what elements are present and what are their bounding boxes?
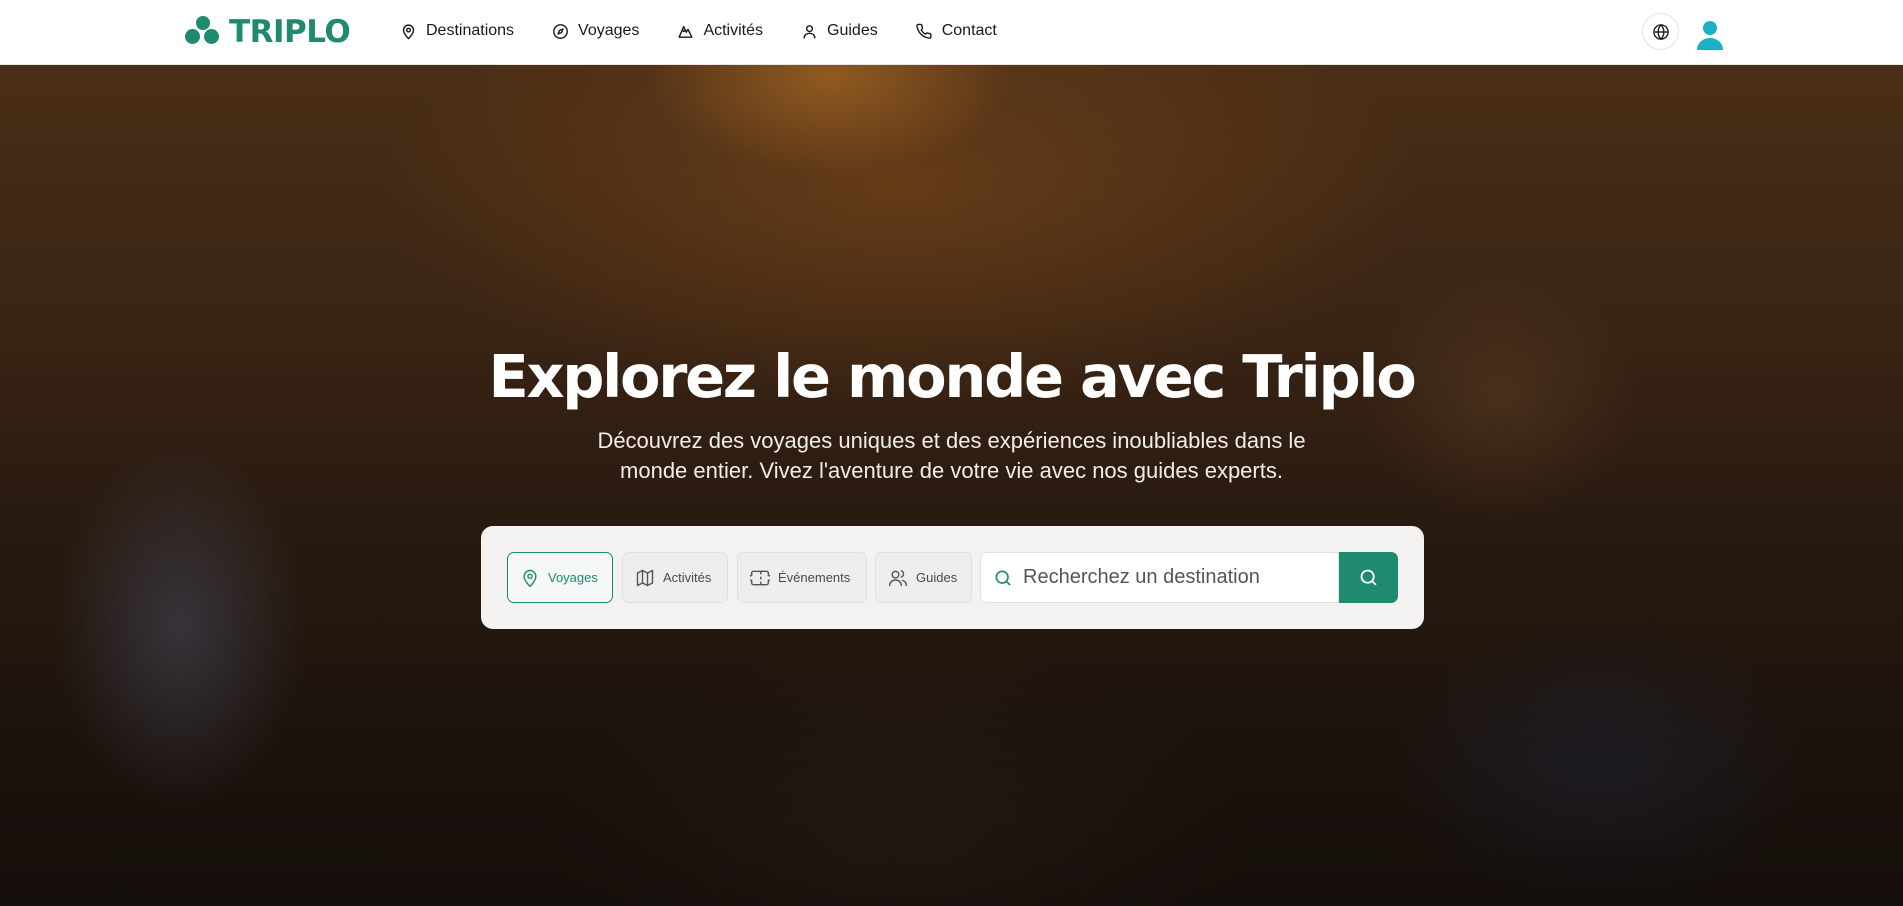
- search-tab-activites[interactable]: Activités: [622, 552, 728, 603]
- search-icon: [1360, 569, 1377, 586]
- search-field: [980, 552, 1339, 603]
- compass-icon: [553, 23, 568, 39]
- phone-icon: [915, 23, 932, 39]
- search-tab-evenements[interactable]: Événements: [737, 552, 867, 603]
- nav-item-label: Destinations: [426, 22, 515, 39]
- search-input[interactable]: [1023, 566, 1323, 589]
- ticket-icon: [750, 570, 770, 585]
- brand-name: TRIPLO: [229, 14, 351, 50]
- logo-mark-icon: [185, 16, 223, 48]
- nav-item-destinations[interactable]: Destinations: [400, 0, 533, 62]
- map-icon: [636, 569, 654, 586]
- map-pin-icon: [402, 23, 415, 39]
- main-nav: Destinations Voyages Activités Guides Co…: [400, 0, 1016, 62]
- search-tab-label: Guides: [916, 570, 958, 585]
- account-button[interactable]: [1694, 15, 1726, 51]
- site-header: TRIPLO Destinations Voyages Activités Gu…: [0, 0, 1903, 65]
- users-icon: [888, 569, 908, 586]
- search-icon: [995, 570, 1011, 586]
- nav-item-label: Activités: [703, 22, 764, 39]
- search-tab-label: Voyages: [548, 570, 598, 585]
- search-tab-label: Événements: [778, 570, 851, 585]
- search-panel: Voyages Activités Événements Guides: [481, 526, 1424, 629]
- user-icon: [803, 24, 816, 39]
- search-button[interactable]: [1339, 552, 1398, 603]
- search-tab-voyages[interactable]: Voyages: [507, 552, 613, 603]
- brand-logo[interactable]: TRIPLO: [185, 14, 351, 50]
- nav-item-guides[interactable]: Guides: [782, 0, 897, 62]
- hero-subtitle: Découvrez des voyages uniques et des exp…: [597, 428, 1306, 483]
- nav-item-label: Contact: [941, 22, 997, 39]
- nav-item-contact[interactable]: Contact: [897, 0, 1016, 62]
- nav-item-label: Guides: [827, 22, 878, 39]
- mountain-icon: [678, 25, 694, 38]
- nav-item-activites[interactable]: Activités: [658, 0, 782, 62]
- search-tab-guides[interactable]: Guides: [875, 552, 972, 603]
- nav-item-voyages[interactable]: Voyages: [533, 0, 658, 62]
- language-button[interactable]: [1642, 13, 1679, 50]
- map-pin-icon: [523, 569, 537, 587]
- hero-title: Explorez le monde avec Triplo: [488, 342, 1416, 411]
- nav-item-label: Voyages: [578, 22, 640, 39]
- search-tab-label: Activités: [663, 570, 712, 585]
- globe-icon: [1652, 23, 1669, 40]
- user-avatar-icon: [1697, 21, 1723, 50]
- hero-section: Explorez le monde avec Triplo Découvrez …: [0, 65, 1903, 906]
